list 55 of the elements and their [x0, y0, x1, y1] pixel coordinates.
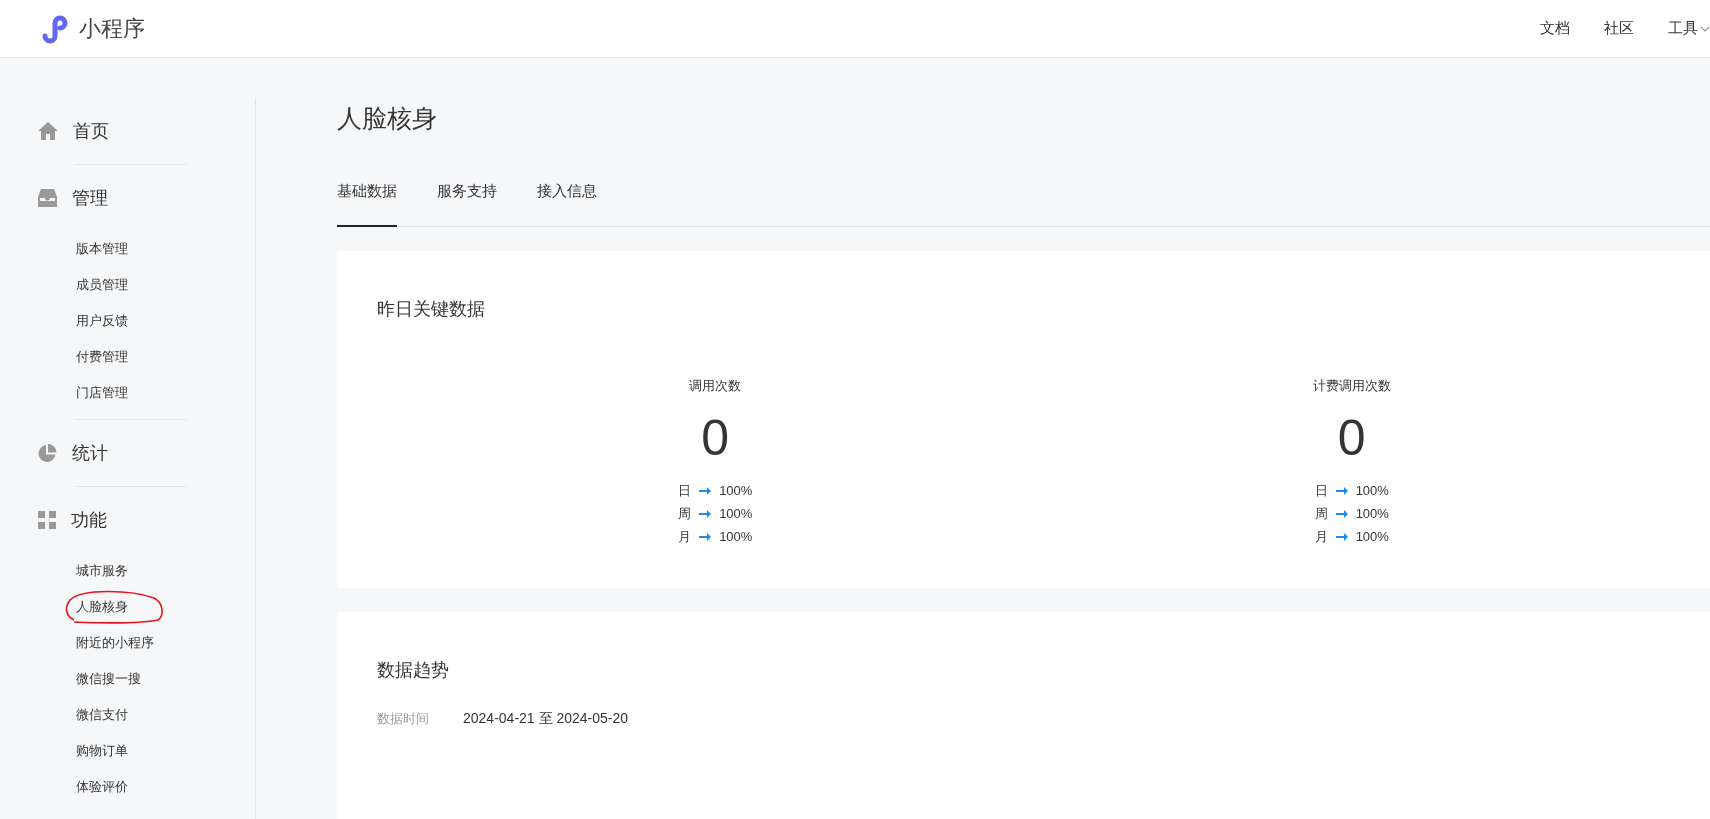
arrow-right-icon	[699, 531, 712, 542]
stat-value: 0	[701, 413, 730, 463]
change-value: 100%	[1355, 506, 1389, 521]
sidebar-item[interactable]: 付费管理	[76, 339, 128, 375]
stat-value: 0	[1337, 413, 1366, 463]
sidebar-item[interactable]: 人脸核身	[76, 589, 128, 625]
change-value: 100%	[719, 483, 753, 498]
sidebar-item[interactable]: 微信支付	[76, 697, 128, 733]
nav-dropdown[interactable]: 工具	[1668, 19, 1710, 38]
home-icon	[38, 122, 58, 140]
period-label: 月	[1314, 527, 1328, 546]
arrow-right-icon	[699, 508, 712, 519]
sidebar-section[interactable]: 管理	[72, 186, 108, 210]
sidebar-item[interactable]: 用户反馈	[76, 303, 128, 339]
period-label: 日	[1314, 481, 1328, 500]
sidebar-item[interactable]: 微信搜一搜	[76, 661, 141, 697]
sidebar-item[interactable]: 城市服务	[76, 553, 128, 589]
sidebar-section[interactable]: 功能	[71, 508, 107, 532]
period-label: 日	[678, 481, 692, 500]
card-title: 数据趋势	[377, 659, 449, 682]
period-label: 周	[678, 504, 692, 523]
stat-label: 计费调用次数	[1312, 377, 1391, 395]
stat-label: 调用次数	[689, 377, 742, 395]
sidebar-item[interactable]: 门店管理	[76, 375, 128, 411]
change-value: 100%	[719, 506, 753, 521]
tab[interactable]: 服务支持	[437, 168, 497, 227]
sidebar-item[interactable]: 附近的小程序	[76, 625, 154, 661]
sidebar-section[interactable]: 统计	[72, 441, 108, 465]
chevron-down-icon	[1700, 25, 1710, 32]
page-title: 人脸核身	[337, 103, 437, 134]
change-value: 100%	[719, 529, 753, 544]
pie-chart-icon	[38, 443, 57, 463]
tab[interactable]: 基础数据	[337, 168, 397, 227]
period-label: 月	[678, 527, 692, 546]
sidebar-item[interactable]: 体验评价	[76, 769, 128, 805]
arrow-right-icon	[699, 485, 712, 496]
nav-link[interactable]: 文档	[1540, 19, 1570, 38]
date-label: 数据时间	[377, 710, 429, 728]
change-value: 100%	[1355, 529, 1389, 544]
app-title: 小程序	[79, 14, 145, 43]
arrow-right-icon	[1335, 485, 1348, 496]
card-title: 昨日关键数据	[377, 298, 485, 321]
grid-icon	[38, 511, 56, 529]
date-range: 2024-04-21 至 2024-05-20	[463, 710, 628, 728]
tab[interactable]: 接入信息	[537, 168, 597, 227]
sidebar-item[interactable]: 购物订单	[76, 733, 128, 769]
arrow-right-icon	[1335, 508, 1348, 519]
sidebar-item[interactable]: 成员管理	[76, 267, 128, 303]
inbox-icon	[38, 189, 57, 207]
sidebar-section[interactable]: 首页	[73, 119, 109, 143]
change-value: 100%	[1355, 483, 1389, 498]
sidebar-item[interactable]: 版本管理	[76, 231, 128, 267]
nav-link[interactable]: 社区	[1604, 19, 1634, 38]
period-label: 周	[1314, 504, 1328, 523]
arrow-right-icon	[1335, 531, 1348, 542]
